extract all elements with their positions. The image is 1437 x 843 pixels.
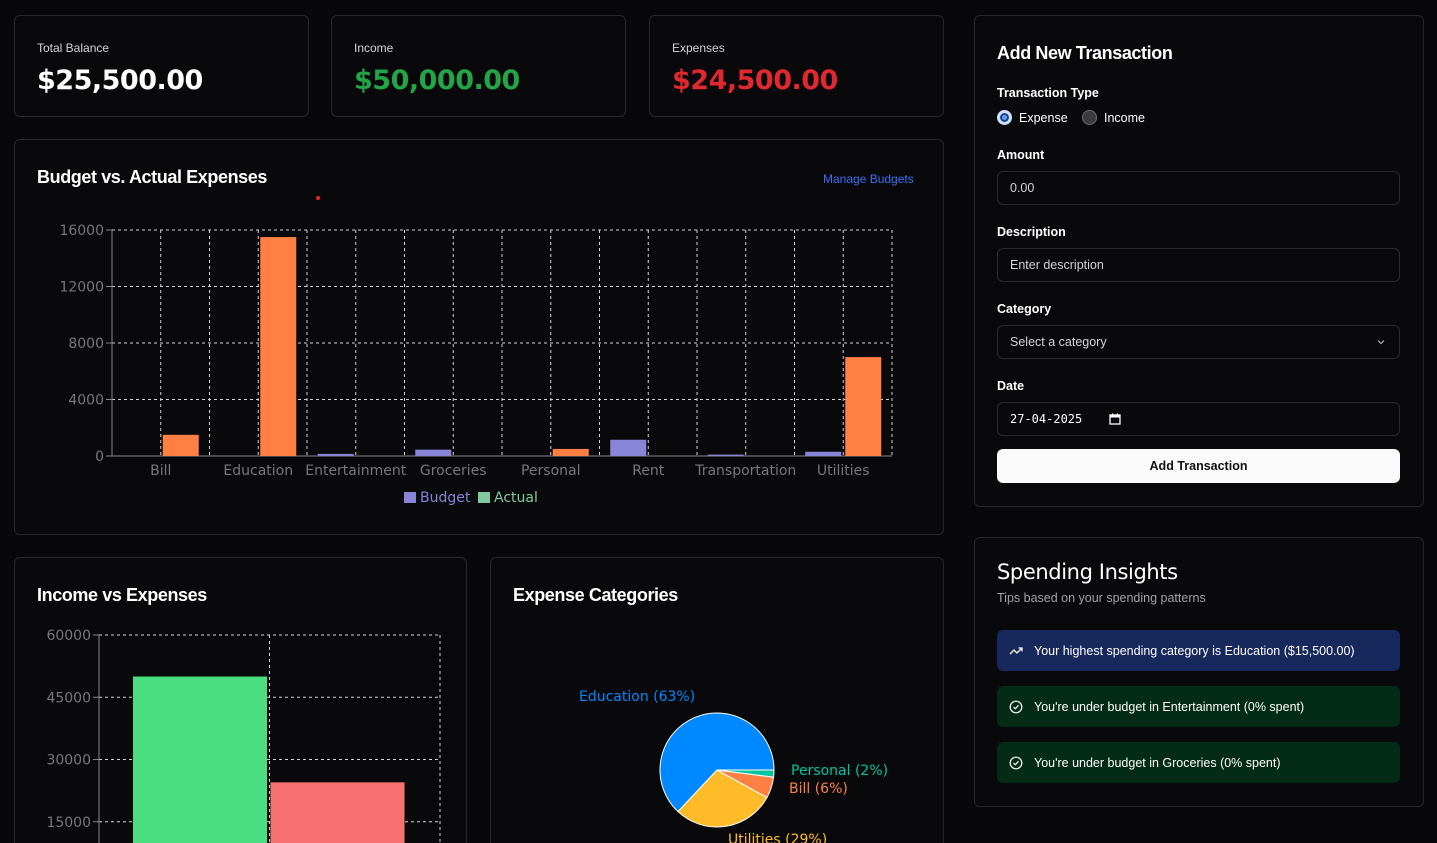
expense-pie-chart: Education (63%) Utilities (29%) Bill (6%) P… xyxy=(579,689,888,843)
description-label: Description xyxy=(997,225,1066,239)
add-transaction-card: Add New Transaction Transaction Type Exp… xyxy=(974,15,1424,507)
tooltip-dot xyxy=(316,196,320,200)
spending-insights-title: Spending Insights xyxy=(997,560,1178,584)
y-tick-label: 0 xyxy=(95,449,104,465)
income-value: $50,000.00 xyxy=(354,65,520,96)
date-input-value: 27-04-2025 xyxy=(1010,412,1083,426)
radio-unselected-icon xyxy=(1082,110,1097,125)
insight-item: You're under budget in Entertainment (0%… xyxy=(997,686,1400,727)
expenses-value: $24,500.00 xyxy=(672,65,838,96)
y-tick-label: 16000 xyxy=(59,223,104,239)
radio-income-label: Income xyxy=(1104,110,1145,125)
expenses-bar xyxy=(270,782,405,843)
budget-chart: 0 4000 8000 12000 16000 Bill Education Entertai… xyxy=(59,196,893,506)
trending-up-icon xyxy=(1009,644,1023,658)
insight-item: Your highest spending category is Educat… xyxy=(997,630,1400,671)
x-tick-label: Transportation xyxy=(694,463,796,479)
legend-swatch xyxy=(404,492,416,503)
legend-label: Budget xyxy=(420,490,471,506)
income-card: Income $50,000.00 xyxy=(331,15,626,117)
description-input[interactable]: Enter description xyxy=(997,248,1400,282)
insight-text: You're under budget in Groceries (0% spe… xyxy=(1034,755,1281,770)
actual-bar xyxy=(162,434,199,456)
pie-label: Bill (6%) xyxy=(789,781,848,797)
chevron-down-icon xyxy=(1377,340,1385,345)
expenses-card: Expenses $24,500.00 xyxy=(649,15,944,117)
x-tick-label: Entertainment xyxy=(305,463,407,479)
income-bar xyxy=(133,676,267,843)
check-circle-icon xyxy=(1009,756,1023,770)
x-tick-label: Bill xyxy=(150,463,171,479)
radio-expense[interactable]: Expense xyxy=(997,110,1068,125)
budget-chart-card: Budget vs. Actual Expenses Manage Budget… xyxy=(14,139,944,535)
income-expense-chart: 15000 30000 45000 60000 xyxy=(46,628,441,843)
insight-text: You're under budget in Entertainment (0%… xyxy=(1034,699,1305,714)
amount-input[interactable]: 0.00 xyxy=(997,171,1400,205)
pie-label: Personal (2%) xyxy=(791,763,888,779)
pie-label: Utilities (29%) xyxy=(728,832,827,843)
y-tick-label: 15000 xyxy=(46,815,91,831)
budget-bar xyxy=(610,439,647,456)
total-balance-card: Total Balance $25,500.00 xyxy=(14,15,309,117)
x-tick-label: Utilities xyxy=(817,463,870,479)
radio-selected-icon xyxy=(997,110,1012,125)
legend-swatch xyxy=(478,492,490,503)
y-tick-label: 45000 xyxy=(46,690,91,706)
expenses-label: Expenses xyxy=(672,41,725,55)
total-balance-value: $25,500.00 xyxy=(37,65,203,96)
expense-categories-card: Expense Categories Education (63%) Utilit… xyxy=(490,557,944,843)
transaction-type-label: Transaction Type xyxy=(997,86,1099,100)
calendar-icon[interactable] xyxy=(1109,413,1121,425)
radio-income[interactable]: Income xyxy=(1082,110,1145,125)
y-tick-label: 30000 xyxy=(46,753,91,769)
pie-label: Education (63%) xyxy=(579,689,695,705)
actual-bar xyxy=(552,448,589,456)
budget-bar xyxy=(707,454,744,456)
total-balance-label: Total Balance xyxy=(37,41,110,55)
spending-insights-card: Spending Insights Tips based on your spe… xyxy=(974,537,1424,807)
y-tick-label: 4000 xyxy=(68,393,104,409)
check-circle-icon xyxy=(1009,700,1023,714)
x-tick-label: Personal xyxy=(521,463,581,479)
date-input[interactable]: 27-04-2025 xyxy=(997,402,1400,436)
insight-item: You're under budget in Groceries (0% spe… xyxy=(997,742,1400,783)
insight-text: Your highest spending category is Educat… xyxy=(1034,643,1355,658)
spending-insights-subtitle: Tips based on your spending patterns xyxy=(997,591,1206,605)
date-label: Date xyxy=(997,379,1025,393)
y-tick-label: 12000 xyxy=(59,280,104,296)
x-tick-label: Groceries xyxy=(420,463,487,479)
add-transaction-title: Add New Transaction xyxy=(997,43,1173,63)
y-tick-label: 60000 xyxy=(46,628,91,644)
income-label: Income xyxy=(354,41,394,55)
amount-label: Amount xyxy=(997,148,1045,162)
category-select[interactable]: Select a category xyxy=(997,325,1400,359)
x-tick-label: Education xyxy=(223,463,293,479)
budget-bar xyxy=(805,451,842,456)
actual-bar xyxy=(260,237,297,456)
legend-label: Actual xyxy=(494,490,538,506)
actual-bar xyxy=(845,357,882,456)
income-expense-card: Income vs Expenses 15000 30000 45000 60000 xyxy=(14,557,467,843)
x-tick-label: Rent xyxy=(632,463,665,479)
budget-bar xyxy=(317,453,354,456)
radio-expense-label: Expense xyxy=(1019,110,1068,125)
category-label: Category xyxy=(997,302,1052,316)
add-transaction-button[interactable]: Add Transaction xyxy=(997,449,1400,483)
budget-bar xyxy=(415,449,452,456)
category-select-value: Select a category xyxy=(1010,335,1107,349)
y-tick-label: 8000 xyxy=(68,336,104,352)
